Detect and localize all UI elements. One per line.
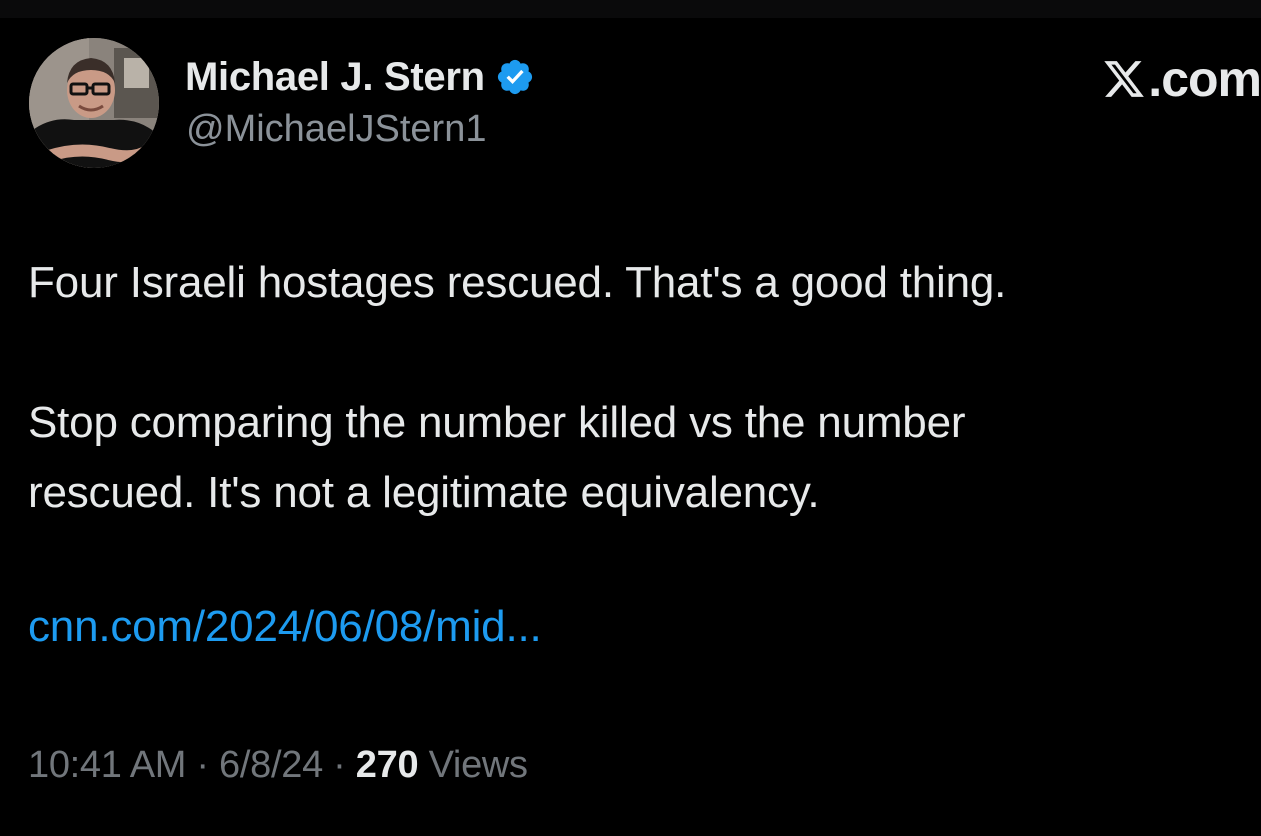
author-handle[interactable]: @MichaelJStern1 (186, 108, 486, 151)
avatar[interactable] (29, 38, 159, 168)
meta-separator: · (196, 744, 209, 786)
verified-badge-icon (495, 57, 535, 97)
brand-logo: .com (1102, 51, 1261, 107)
x-logo-icon (1102, 57, 1146, 101)
views-label: Views (428, 744, 528, 786)
tweet-paragraph-2-line-1: Stop comparing the number killed vs the … (28, 398, 966, 447)
tweet-time[interactable]: 10:41 AM (28, 744, 186, 786)
tweet-paragraph-1: Four Israeli hostages rescued. That's a … (28, 258, 1007, 307)
tweet-paragraph-2-line-2: rescued. It's not a legitimate equivalen… (28, 468, 820, 517)
author-name-row: Michael J. Stern (185, 52, 535, 102)
tweet-link[interactable]: cnn.com/2024/06/08/mid... (28, 592, 542, 662)
author-display-name[interactable]: Michael J. Stern (185, 55, 485, 100)
tweet-text: Four Israeli hostages rescued. That's a … (28, 248, 1228, 528)
brand-text: .com (1148, 51, 1261, 107)
tweet-date[interactable]: 6/8/24 (219, 744, 323, 786)
meta-separator: · (333, 744, 346, 786)
avatar-image (29, 38, 159, 168)
top-edge-strip (0, 0, 1261, 18)
tweet-meta: 10:41 AM · 6/8/24 · 270 Views (28, 740, 528, 790)
views-count: 270 (355, 744, 419, 786)
